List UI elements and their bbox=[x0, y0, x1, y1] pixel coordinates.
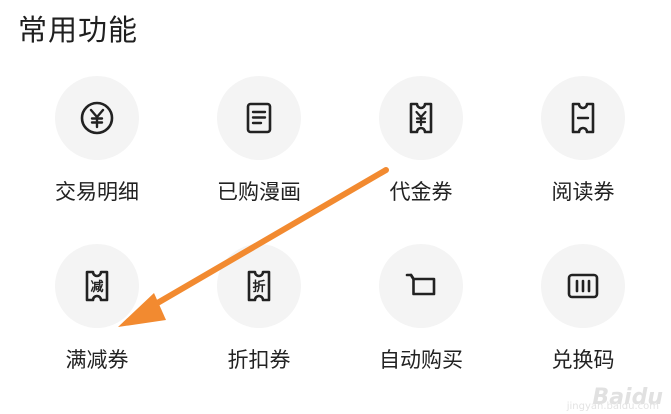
watermark: Baidu jingyan.baidu.com bbox=[567, 385, 663, 412]
ticket-char: 折 bbox=[252, 279, 265, 295]
yen-circle-icon bbox=[55, 76, 139, 160]
full-reduction-coupon-button[interactable]: 减 满减券 bbox=[27, 244, 167, 384]
watermark-sub: jingyan.baidu.com bbox=[566, 401, 659, 412]
discount-ticket-icon: 减 bbox=[55, 244, 139, 328]
ticket-icon bbox=[541, 76, 625, 160]
function-label: 阅读券 bbox=[551, 180, 615, 204]
auto-purchase-button[interactable]: 自动购买 bbox=[351, 244, 491, 384]
transaction-details-button[interactable]: 交易明细 bbox=[27, 76, 167, 216]
code-card-icon bbox=[541, 244, 625, 328]
function-grid: 交易明细 已购漫画 代金券 阅读券 减 满减券 折 折扣券 自动购买 兑换码 bbox=[0, 0, 671, 414]
function-label: 满减券 bbox=[65, 348, 129, 372]
function-label: 兑换码 bbox=[551, 348, 615, 372]
cart-icon bbox=[379, 244, 463, 328]
redeem-code-button[interactable]: 兑换码 bbox=[513, 244, 653, 384]
purchased-comics-button[interactable]: 已购漫画 bbox=[189, 76, 329, 216]
ticket-char: 减 bbox=[90, 279, 103, 295]
reading-ticket-button[interactable]: 阅读券 bbox=[513, 76, 653, 216]
function-label: 折扣券 bbox=[227, 348, 291, 372]
discount-coupon-button[interactable]: 折 折扣券 bbox=[189, 244, 329, 384]
function-label: 自动购买 bbox=[379, 348, 463, 372]
function-label: 已购漫画 bbox=[217, 180, 301, 204]
document-list-icon bbox=[217, 76, 301, 160]
yen-ticket-icon bbox=[379, 76, 463, 160]
discount-ticket-icon: 折 bbox=[217, 244, 301, 328]
voucher-button[interactable]: 代金券 bbox=[351, 76, 491, 216]
function-label: 代金券 bbox=[389, 180, 453, 204]
function-label: 交易明细 bbox=[55, 180, 139, 204]
